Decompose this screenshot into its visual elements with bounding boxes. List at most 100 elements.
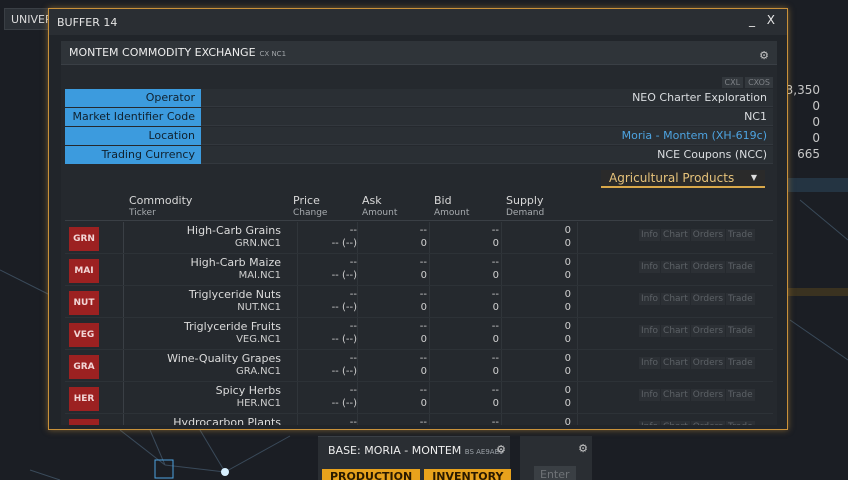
trade-button[interactable]: Trade — [726, 293, 755, 305]
col-price[interactable]: Price Change — [293, 195, 327, 219]
col-commodity[interactable]: Commodity Ticker — [129, 195, 192, 219]
table-row[interactable]: GRN High-Carb Grains GRN.NC1 -- -- (--) -- 0 --… — [65, 222, 773, 254]
minimize-button[interactable]: _ — [749, 13, 755, 27]
ask-amount: 0 — [420, 270, 427, 281]
info-value: NEO Charter Exploration — [201, 89, 773, 107]
chart-button[interactable]: Chart — [661, 421, 690, 425]
info-button[interactable]: Info — [639, 421, 661, 425]
table-row[interactable]: HER Spicy Herbs HER.NC1 -- -- (--) -- 0 -- 0 0 0 In… — [65, 382, 773, 414]
base-panel: BASE: MORIA - MONTEM BS AE9AE9 ⚙ PRODUCT… — [318, 436, 512, 480]
col-sublabel: Amount — [362, 208, 398, 218]
info-button[interactable]: Info — [639, 325, 661, 337]
bid-cell: -- 0 — [491, 353, 499, 377]
divider — [357, 254, 358, 285]
info-button[interactable]: Info — [639, 293, 661, 305]
window-titlebar[interactable]: BUFFER 14 _ X — [49, 9, 787, 35]
orders-button[interactable]: Orders — [690, 293, 726, 305]
commodity-ticker: HER.NC1 — [236, 398, 281, 409]
orders-button[interactable]: Orders — [690, 325, 726, 337]
divider — [357, 286, 358, 317]
info-button[interactable]: Info — [639, 357, 661, 369]
info-button[interactable]: Info — [639, 389, 661, 401]
trade-button[interactable]: Trade — [726, 325, 755, 337]
orders-button[interactable]: Orders — [690, 229, 726, 241]
gear-icon[interactable]: ⚙ — [496, 443, 506, 456]
orders-button[interactable]: Orders — [690, 357, 726, 369]
info-label: Market Identifier Code — [65, 108, 201, 126]
commodity-badge[interactable]: NUT — [69, 291, 99, 315]
chart-button[interactable]: Chart — [661, 389, 690, 401]
chart-button[interactable]: Chart — [661, 229, 690, 241]
location-link[interactable]: Moria - Montem (XH-619c) — [201, 127, 773, 145]
table-row[interactable]: Hydrocarbon Plants -- -- -- 0 InfoChartOrders… — [65, 414, 773, 425]
window-title: BUFFER 14 — [57, 15, 118, 29]
demand-value: 0 — [564, 334, 571, 345]
trade-button[interactable]: Trade — [726, 357, 755, 369]
tab-cxos[interactable]: CXOS — [745, 77, 773, 88]
commodity-ticker: MAI.NC1 — [238, 270, 281, 281]
commodity-badge[interactable] — [69, 419, 99, 425]
trade-button[interactable]: Trade — [726, 229, 755, 241]
demand-value: 0 — [564, 366, 571, 377]
info-label: Location — [65, 127, 201, 145]
mini-tabs: CXL CXOS — [721, 77, 773, 88]
chart-button[interactable]: Chart — [661, 325, 690, 337]
gear-icon[interactable]: ⚙ — [578, 442, 588, 455]
production-button[interactable]: PRODUCTION — [322, 469, 421, 480]
commodity-badge[interactable]: MAI — [69, 259, 99, 283]
divider — [577, 414, 578, 425]
panel-subtitle: CX NC1 — [259, 50, 287, 58]
col-ask[interactable]: Ask Amount — [362, 195, 397, 219]
change-value: -- (--) — [331, 238, 357, 249]
gear-icon[interactable]: ⚙ — [759, 49, 769, 62]
col-label: Bid — [434, 194, 452, 207]
divider — [501, 414, 502, 425]
info-button[interactable]: Info — [639, 229, 661, 241]
chart-button[interactable]: Chart — [661, 261, 690, 273]
ask-amount: 0 — [420, 366, 427, 377]
trade-button[interactable]: Trade — [726, 261, 755, 273]
category-select[interactable]: Agricultural Products ▼ — [601, 170, 765, 188]
commodity-badge[interactable]: GRA — [69, 355, 99, 379]
divider — [501, 382, 502, 413]
col-supply[interactable]: Supply Demand — [506, 195, 544, 219]
chart-button[interactable]: Chart — [661, 293, 690, 305]
info-label: Trading Currency — [65, 146, 201, 164]
table-row[interactable]: NUT Triglyceride Nuts NUT.NC1 -- -- (--) -- 0 -… — [65, 286, 773, 318]
commodity-badge[interactable]: GRN — [69, 227, 99, 251]
demand-value: 0 — [564, 238, 571, 249]
enter-button[interactable]: Enter — [534, 466, 576, 480]
table-row[interactable]: MAI High-Carb Maize MAI.NC1 -- -- (--) -- 0 -- 0… — [65, 254, 773, 286]
orders-button[interactable]: Orders — [690, 389, 726, 401]
buffer-window[interactable]: BUFFER 14 _ X MONTEM COMMODITY EXCHANGE … — [48, 8, 788, 430]
bid-cell: -- 0 — [491, 225, 499, 249]
row-actions: InfoChartOrdersTrade — [639, 357, 755, 369]
info-label: Operator — [65, 89, 201, 107]
table-row[interactable]: VEG Triglyceride Fruits VEG.NC1 -- -- (--) --… — [65, 318, 773, 350]
supply-cell: 00 — [564, 289, 571, 313]
info-button[interactable]: Info — [639, 261, 661, 273]
commodity-badge[interactable]: VEG — [69, 323, 99, 347]
divider — [429, 318, 430, 349]
orders-button[interactable]: Orders — [690, 421, 726, 425]
commodity-badge[interactable]: HER — [69, 387, 99, 411]
divider — [429, 350, 430, 381]
inventory-button[interactable]: INVENTORY — [424, 469, 512, 480]
demand-value: 0 — [564, 302, 571, 313]
chart-button[interactable]: Chart — [661, 357, 690, 369]
ask-cell: -- 0 — [419, 385, 427, 409]
trade-button[interactable]: Trade — [726, 389, 755, 401]
table-row[interactable]: GRA Wine-Quality Grapes GRA.NC1 -- -- (--) --… — [65, 350, 773, 382]
price-cell: -- -- (--) — [331, 353, 357, 377]
divider — [429, 414, 430, 425]
col-sublabel: Change — [293, 208, 328, 218]
trade-button[interactable]: Trade — [726, 421, 755, 425]
close-button[interactable]: X — [767, 13, 775, 27]
col-label: Supply — [506, 194, 544, 207]
orders-button[interactable]: Orders — [690, 261, 726, 273]
info-row-location: Location Moria - Montem (XH-619c) — [65, 127, 773, 145]
commodity-name: Wine-Quality Grapes GRA.NC1 — [167, 352, 281, 377]
col-bid[interactable]: Bid Amount — [434, 195, 469, 219]
divider — [501, 350, 502, 381]
tab-cxl[interactable]: CXL — [721, 77, 744, 88]
